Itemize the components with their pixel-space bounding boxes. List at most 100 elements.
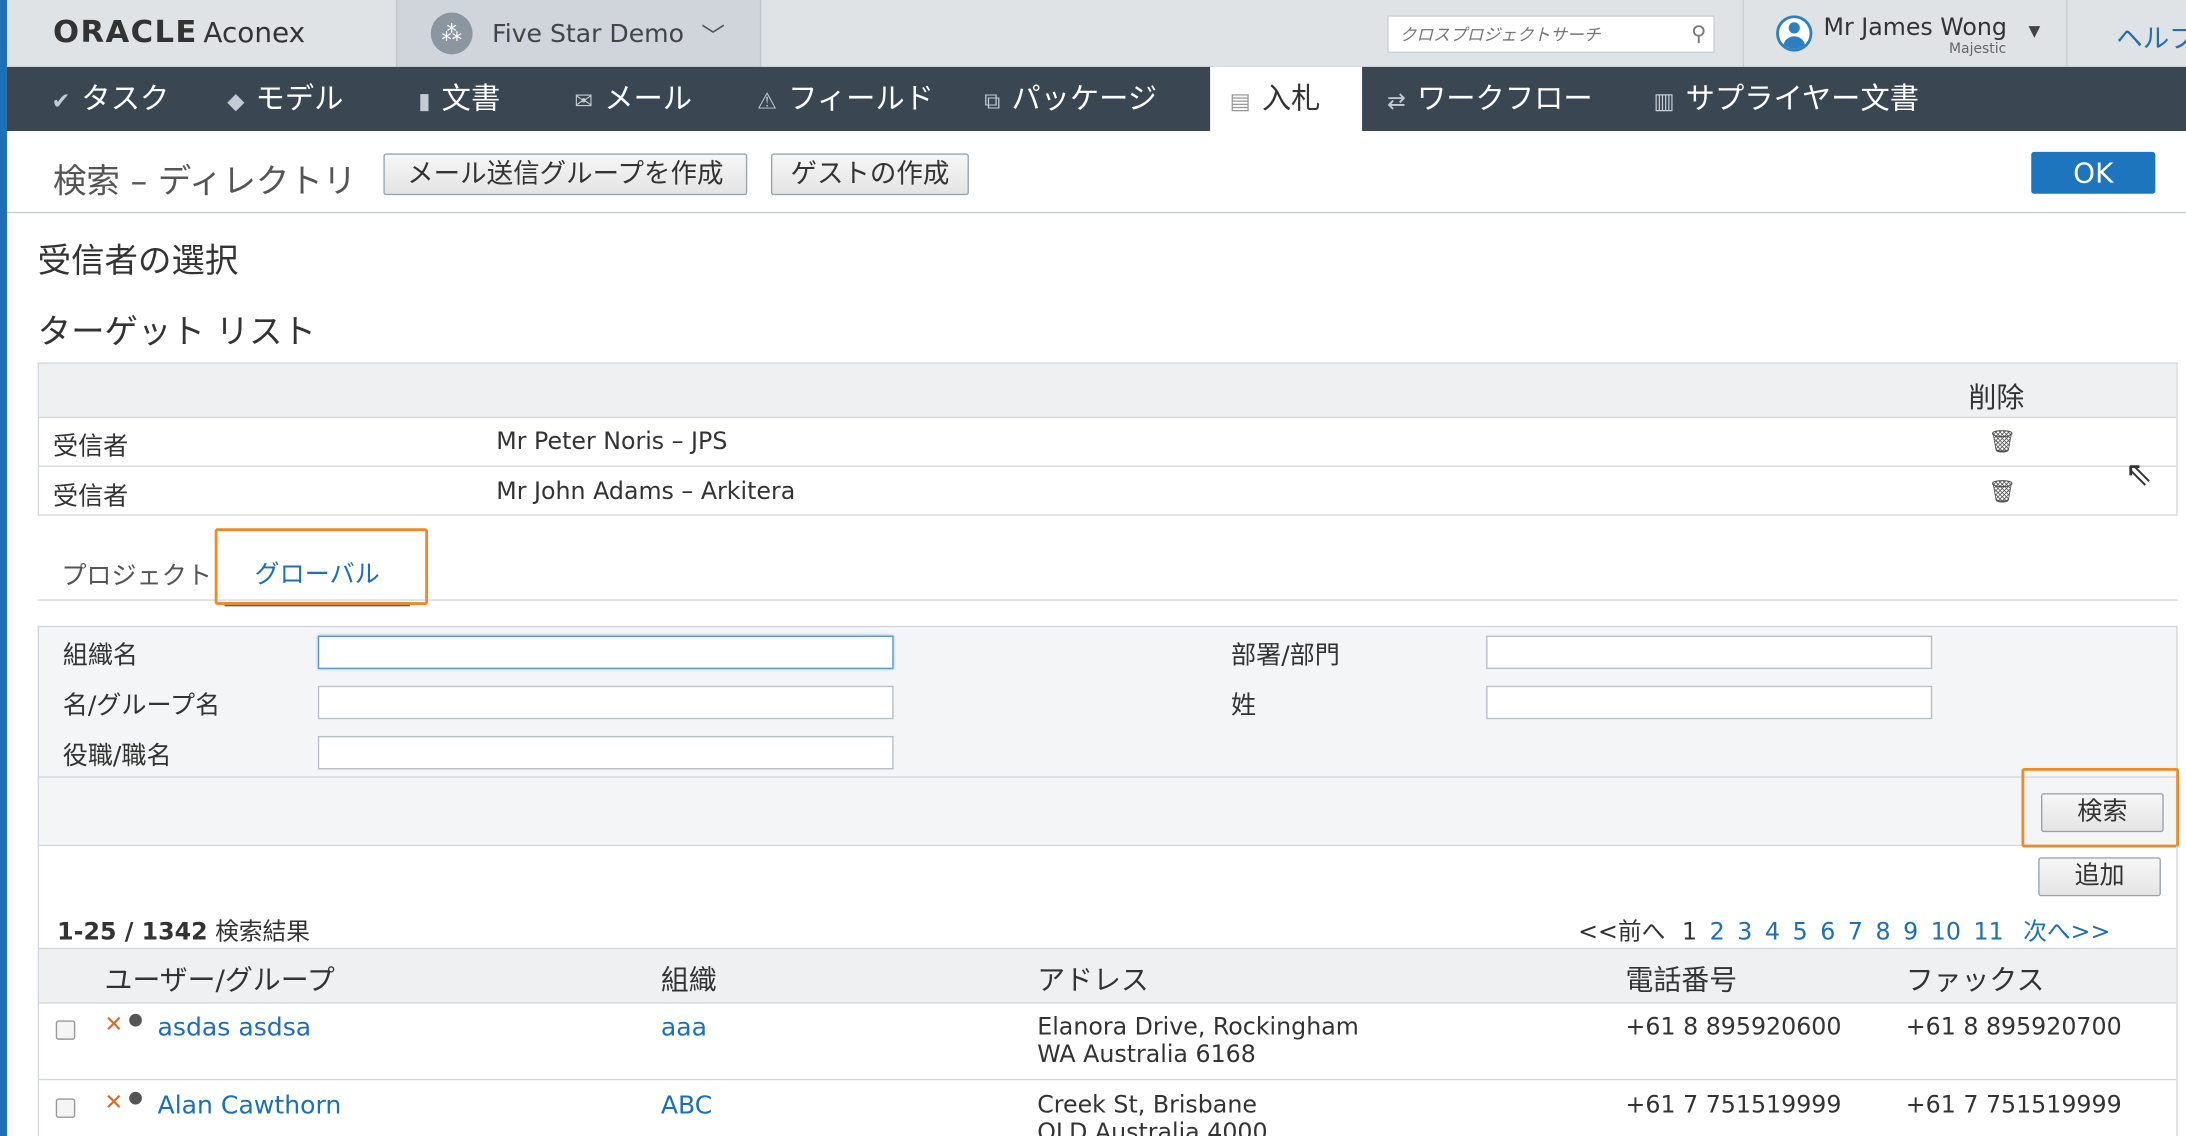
recipient-type: 受信者 bbox=[52, 432, 129, 462]
search-icon[interactable]: ⚲ bbox=[1691, 21, 1706, 46]
user-name[interactable]: Mr James Wong bbox=[1824, 14, 2007, 42]
last-name-label: 姓 bbox=[1231, 691, 1257, 721]
package-icon: ⧉ bbox=[984, 87, 1001, 115]
result-count-label: 検索結果 bbox=[215, 918, 310, 947]
app-window: ORACLEAconex ⁂ Five Star Demo ﹀ ⚲ Mr Jam… bbox=[0, 0, 2186, 1136]
job-title-label: 役職/職名 bbox=[62, 741, 172, 771]
nav-label: サプライヤー文書 bbox=[1685, 82, 1920, 116]
user-organization: Majestic bbox=[1948, 41, 2007, 58]
org-input[interactable] bbox=[317, 635, 894, 670]
pager-page[interactable]: 8 bbox=[1876, 919, 1891, 947]
pager-page[interactable]: 7 bbox=[1848, 919, 1863, 947]
column-header-org[interactable]: 組織 bbox=[661, 958, 717, 998]
user-type-icon: ✕ bbox=[104, 1010, 124, 1038]
document-icon: ▮ bbox=[418, 87, 431, 115]
cross-project-search-input[interactable] bbox=[1388, 16, 1679, 52]
pager-prev[interactable]: <<前へ bbox=[1578, 919, 1665, 947]
trash-icon[interactable]: 🗑 bbox=[1988, 478, 2016, 504]
project-selector[interactable]: ⁂ Five Star Demo ﹀ bbox=[395, 0, 762, 67]
trash-icon[interactable]: 🗑 bbox=[1988, 428, 2016, 454]
nav-item-field[interactable]: ⚠ フィールド bbox=[757, 67, 934, 131]
tab-project[interactable]: プロジェクト bbox=[61, 556, 212, 592]
nav-item-model[interactable]: ◆ モデル bbox=[227, 67, 343, 131]
mouse-pointer-icon: ⇖ bbox=[2124, 454, 2153, 494]
check-icon: ✔ bbox=[51, 87, 71, 115]
table-row: ✕ ● Alan Cawthorn ABC Creek St, Brisbane… bbox=[39, 1080, 2176, 1136]
department-label: 部署/部門 bbox=[1231, 641, 1340, 671]
nav-item-packages[interactable]: ⧉ パッケージ bbox=[984, 67, 1157, 131]
help-link[interactable]: ヘルプ bbox=[2116, 18, 2186, 56]
user-link[interactable]: Alan Cawthorn bbox=[158, 1091, 342, 1120]
pager-page[interactable]: 11 bbox=[1974, 919, 2004, 947]
row-checkbox[interactable] bbox=[55, 1020, 76, 1040]
pager-page[interactable]: 6 bbox=[1820, 919, 1835, 947]
main-nav: ✔ タスク ◆ モデル ▮ 文書 ✉ メール ⚠ フィールド ⧉ パッケージ ▤ 入札 ⇄ ワー… bbox=[6, 66, 2186, 132]
nav-item-tender[interactable]: ▤ 入札 bbox=[1210, 66, 1363, 132]
address-line: Creek St, Brisbane bbox=[1037, 1091, 1257, 1120]
fax: +61 8 895920700 bbox=[1905, 1013, 2122, 1042]
add-button[interactable]: 追加 bbox=[2038, 857, 2161, 897]
recipient-name: Mr John Adams – Arkitera bbox=[496, 478, 796, 506]
org-link[interactable]: ABC bbox=[661, 1091, 712, 1120]
nav-item-workflow[interactable]: ⇄ ワークフロー bbox=[1387, 67, 1593, 131]
column-header-phone[interactable]: 電話番号 bbox=[1626, 958, 1738, 998]
select-recipients-heading: 受信者の選択 bbox=[37, 241, 239, 281]
user-menu-caret-icon[interactable]: ▼ bbox=[2028, 22, 2040, 40]
address: Creek St, Brisbane QLD Australia 4000 bbox=[1037, 1091, 1267, 1136]
row-checkbox[interactable] bbox=[55, 1098, 76, 1118]
ok-button[interactable]: OK bbox=[2031, 151, 2156, 194]
nav-item-mail[interactable]: ✉ メール bbox=[574, 67, 692, 131]
nav-item-documents[interactable]: ▮ 文書 bbox=[418, 67, 500, 131]
pager-page-current: 1 bbox=[1682, 918, 1698, 947]
column-header-user[interactable]: ユーザー/グループ bbox=[105, 958, 335, 998]
first-name-label: 名/グループ名 bbox=[62, 691, 221, 721]
org-link[interactable]: aaa bbox=[661, 1013, 707, 1042]
cube-icon: ◆ bbox=[227, 87, 245, 115]
results-header-row: ユーザー/グループ 組織 アドレス 電話番号 ファックス bbox=[39, 947, 2177, 1004]
logo-oracle: ORACLE bbox=[52, 15, 198, 51]
column-header-address[interactable]: アドレス bbox=[1037, 958, 1149, 998]
create-guest-button[interactable]: ゲストの作成 bbox=[770, 153, 969, 196]
last-name-input[interactable] bbox=[1486, 685, 1933, 720]
pager-page[interactable]: 4 bbox=[1765, 919, 1780, 947]
department-input[interactable] bbox=[1486, 635, 1933, 670]
phone: +61 8 895920600 bbox=[1625, 1013, 1842, 1042]
nav-label: モデル bbox=[255, 82, 344, 116]
cross-project-search[interactable]: ⚲ bbox=[1387, 15, 1715, 53]
nav-item-supplier-documents[interactable]: ▥ サプライヤー文書 bbox=[1653, 67, 1919, 131]
nav-item-tasks[interactable]: ✔ タスク bbox=[52, 67, 170, 131]
recipient-name: Mr Peter Noris – JPS bbox=[496, 427, 728, 456]
result-count: 1-25 / 1342 検索結果 bbox=[57, 918, 310, 947]
page-header: 検索 – ディレクトリ メール送信グループを作成 ゲストの作成 OK bbox=[6, 131, 2186, 214]
first-name-input[interactable] bbox=[317, 685, 894, 720]
org-label: 組織名 bbox=[62, 641, 139, 671]
search-form: 組織名 名/グループ名 役職/職名 部署/部門 姓 検索 bbox=[37, 625, 2178, 847]
divider bbox=[2066, 0, 2068, 67]
recipient-type: 受信者 bbox=[52, 482, 129, 512]
nav-label: ワークフロー bbox=[1417, 82, 1593, 116]
books-icon: ▥ bbox=[1653, 87, 1675, 115]
nav-label: パッケージ bbox=[1011, 82, 1158, 116]
divider bbox=[1742, 0, 1745, 67]
job-title-input[interactable] bbox=[317, 735, 894, 770]
create-mail-group-button[interactable]: メール送信グループを作成 bbox=[383, 153, 748, 196]
pager-page[interactable]: 9 bbox=[1903, 919, 1918, 947]
column-header-fax[interactable]: ファックス bbox=[1906, 958, 2045, 998]
user-link[interactable]: asdas asdsa bbox=[158, 1013, 312, 1042]
pager-page[interactable]: 5 bbox=[1793, 919, 1808, 947]
nav-label: 入札 bbox=[1261, 82, 1321, 116]
pager-page[interactable]: 10 bbox=[1931, 919, 1961, 947]
user-avatar-icon[interactable] bbox=[1776, 15, 1813, 52]
person-icon: ● bbox=[128, 1009, 143, 1029]
pager-next[interactable]: 次へ>> bbox=[2023, 919, 2110, 947]
project-icon: ⁂ bbox=[430, 12, 473, 55]
pager-page[interactable]: 2 bbox=[1710, 919, 1725, 947]
search-results: 追加 1-25 / 1342 検索結果 <<前へ 1 2 3 4 5 6 7 8 9 10 11 次へ>… bbox=[37, 846, 2178, 1136]
top-bar: ORACLEAconex ⁂ Five Star Demo ﹀ ⚲ Mr Jam… bbox=[0, 0, 2186, 69]
pager-page[interactable]: 3 bbox=[1737, 919, 1752, 947]
nav-label: タスク bbox=[81, 82, 170, 116]
logo-product: Aconex bbox=[203, 15, 306, 49]
chevron-down-icon: ﹀ bbox=[701, 23, 725, 52]
nav-label: 文書 bbox=[441, 82, 501, 116]
address-line: QLD Australia 4000 bbox=[1037, 1119, 1268, 1136]
